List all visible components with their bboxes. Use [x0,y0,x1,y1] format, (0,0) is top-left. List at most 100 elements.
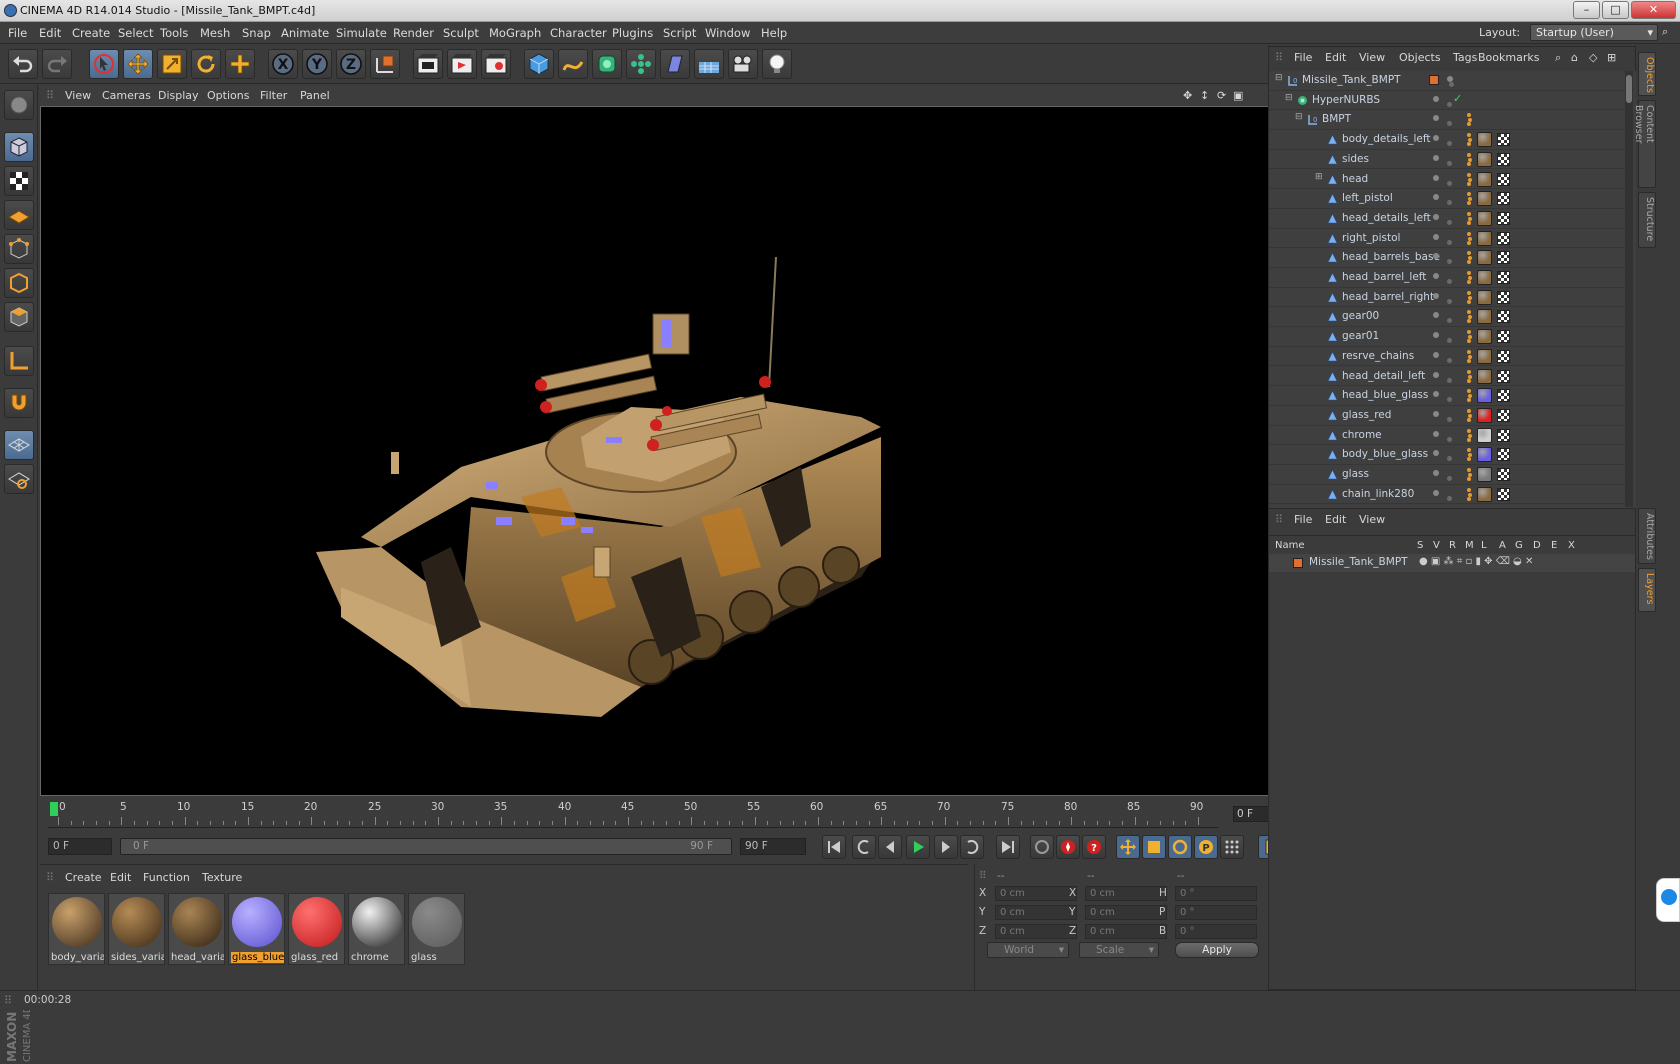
phong-tag-icon[interactable] [1467,290,1472,304]
material-tag-icon[interactable] [1477,230,1492,246]
uvw-tag-icon[interactable] [1497,389,1510,403]
coordinate-field[interactable]: 0 ° [1175,905,1257,920]
objects-menu-file[interactable]: File [1294,51,1312,64]
render-visibility-dot[interactable] [1447,338,1452,344]
planar-workplane-icon[interactable] [4,464,34,494]
uvw-tag-icon[interactable] [1497,349,1510,363]
maximize-button[interactable]: □ [1602,1,1629,19]
scrollbar-thumb[interactable] [1626,75,1632,103]
material-tag-icon[interactable] [1477,486,1492,502]
material-tag-icon[interactable] [1477,250,1492,266]
layers-menu-edit[interactable]: Edit [1325,513,1346,526]
editor-visibility-dot[interactable] [1433,371,1439,378]
viewport-menu-options[interactable]: Options [207,89,249,102]
layer-color-swatch[interactable] [1293,558,1303,568]
edges-mode-icon[interactable] [4,268,34,298]
material-tag-icon[interactable] [1477,388,1492,404]
coordinate-field[interactable]: 0 ° [1175,924,1257,939]
new-panel-icon[interactable]: ⊞ [1607,51,1616,64]
object-name[interactable]: left_pistol [1342,192,1393,204]
render-picture-viewer-icon[interactable] [447,49,477,79]
coordinate-mode-select[interactable]: World ▾ [987,942,1069,958]
object-name[interactable]: sides [1342,153,1369,165]
menu-simulate[interactable]: Simulate [336,26,387,40]
objects-menu-tags[interactable]: Tags [1453,51,1477,64]
uvw-tag-icon[interactable] [1497,408,1510,422]
render-visibility-dot[interactable] [1447,239,1452,245]
key-rotation-icon[interactable] [1168,835,1192,859]
viewport-zoom-icon[interactable]: ↕ [1200,89,1209,102]
object-row[interactable]: sides [1269,150,1625,170]
range-slider[interactable]: 0 F 90 F [120,838,732,855]
object-name[interactable]: BMPT [1322,113,1351,125]
render-visibility-dot[interactable] [1447,141,1452,147]
material-tag-icon[interactable] [1477,348,1492,364]
phong-tag-icon[interactable] [1467,251,1472,265]
tree-expand-icon[interactable]: ⊟ [1275,73,1283,83]
layer-column-e[interactable]: E [1551,540,1557,551]
scale-icon[interactable] [157,49,187,79]
timeline-ruler[interactable]: 0 5 10 15 20 25 30 35 40 45 50 55 60 65 … [40,800,1283,830]
viewport-menu-cameras[interactable]: Cameras [102,89,151,102]
search-icon[interactable]: ⌕ [1662,25,1668,39]
uvw-tag-icon[interactable] [1497,152,1510,166]
uvw-tag-icon[interactable] [1497,271,1510,284]
tree-expand-icon[interactable]: ⊟ [1295,112,1303,122]
menu-mesh[interactable]: Mesh [200,26,230,40]
camera-icon[interactable] [728,49,758,79]
object-name[interactable]: head [1342,173,1368,185]
menu-render[interactable]: Render [393,26,434,40]
uvw-tag-icon[interactable] [1497,192,1510,206]
coordinate-field[interactable]: 0 cm [1085,886,1167,901]
close-button[interactable]: ✕ [1631,1,1676,19]
layer-column-g[interactable]: G [1515,540,1523,551]
uvw-tag-icon[interactable] [1497,448,1510,462]
tab-attributes[interactable]: Attributes [1638,508,1656,564]
menu-animate[interactable]: Animate [281,26,329,40]
editor-visibility-dot[interactable] [1433,233,1439,240]
render-visibility-dot[interactable] [1447,298,1452,304]
phong-tag-icon[interactable] [1467,310,1472,324]
layer-column-a[interactable]: A [1499,540,1506,551]
cube-icon[interactable] [524,49,554,79]
coordinate-field[interactable]: 0 cm [995,905,1077,920]
phong-tag-icon[interactable] [1467,192,1472,206]
object-row[interactable]: head_barrel_right [1269,288,1625,308]
object-name[interactable]: head_barrels_base [1342,251,1440,263]
objects-menu-bookmarks[interactable]: Bookmarks [1478,51,1539,64]
render-visibility-dot[interactable] [1447,476,1452,481]
object-name[interactable]: Missile_Tank_BMPT [1302,74,1401,86]
z-axis-icon[interactable]: Z [336,49,366,79]
layer-column-v[interactable]: V [1433,540,1440,551]
viewport-menu-view[interactable]: View [65,89,91,102]
uvw-tag-icon[interactable] [1497,251,1510,265]
material-tag-icon[interactable] [1477,447,1492,463]
render-visibility-dot[interactable] [1447,416,1452,422]
menu-file[interactable]: File [8,26,27,40]
object-row[interactable]: ⊟ 0 Missile_Tank_BMPT [1269,71,1625,91]
material-swatch[interactable]: body_varia [48,893,105,965]
material-tag-icon[interactable] [1477,151,1492,167]
render-visibility-dot[interactable] [1447,259,1452,265]
uvw-tag-icon[interactable] [1497,290,1510,304]
menu-character[interactable]: Character [550,26,607,40]
object-row[interactable]: body_blue_glass [1269,445,1625,465]
spline-pen-icon[interactable] [558,49,588,79]
object-tree[interactable]: ⊟ 0 Missile_Tank_BMPT ⊟ HyperNURBS ✓ ⊟ 0 BMPT bod… [1269,71,1637,509]
deformer-icon[interactable] [660,49,690,79]
viewport-menu-display[interactable]: Display [158,89,199,102]
snap-magnet-icon[interactable] [4,388,34,418]
tab-content-browser[interactable]: Content Browser [1633,100,1656,188]
uvw-tag-icon[interactable] [1497,310,1510,324]
object-row[interactable]: right_pistol [1269,229,1625,249]
layer-toggle-icons[interactable]: ● ▣ ⁂ ⌗ ▫ ▮ ✥ ⌫ ◒ ✕ [1419,556,1533,567]
layers-menu-view[interactable]: View [1359,513,1385,526]
object-name[interactable]: right_pistol [1342,232,1400,244]
coordinate-field[interactable]: 0 cm [1085,905,1167,920]
phong-tag-icon[interactable] [1467,448,1472,462]
record-keyframe-icon[interactable] [1056,835,1080,859]
edit-render-settings-icon[interactable] [481,49,511,79]
play-icon[interactable] [906,835,930,859]
toggle-view-icon[interactable]: ◇ [1589,51,1597,64]
object-name[interactable]: gear00 [1342,310,1379,322]
